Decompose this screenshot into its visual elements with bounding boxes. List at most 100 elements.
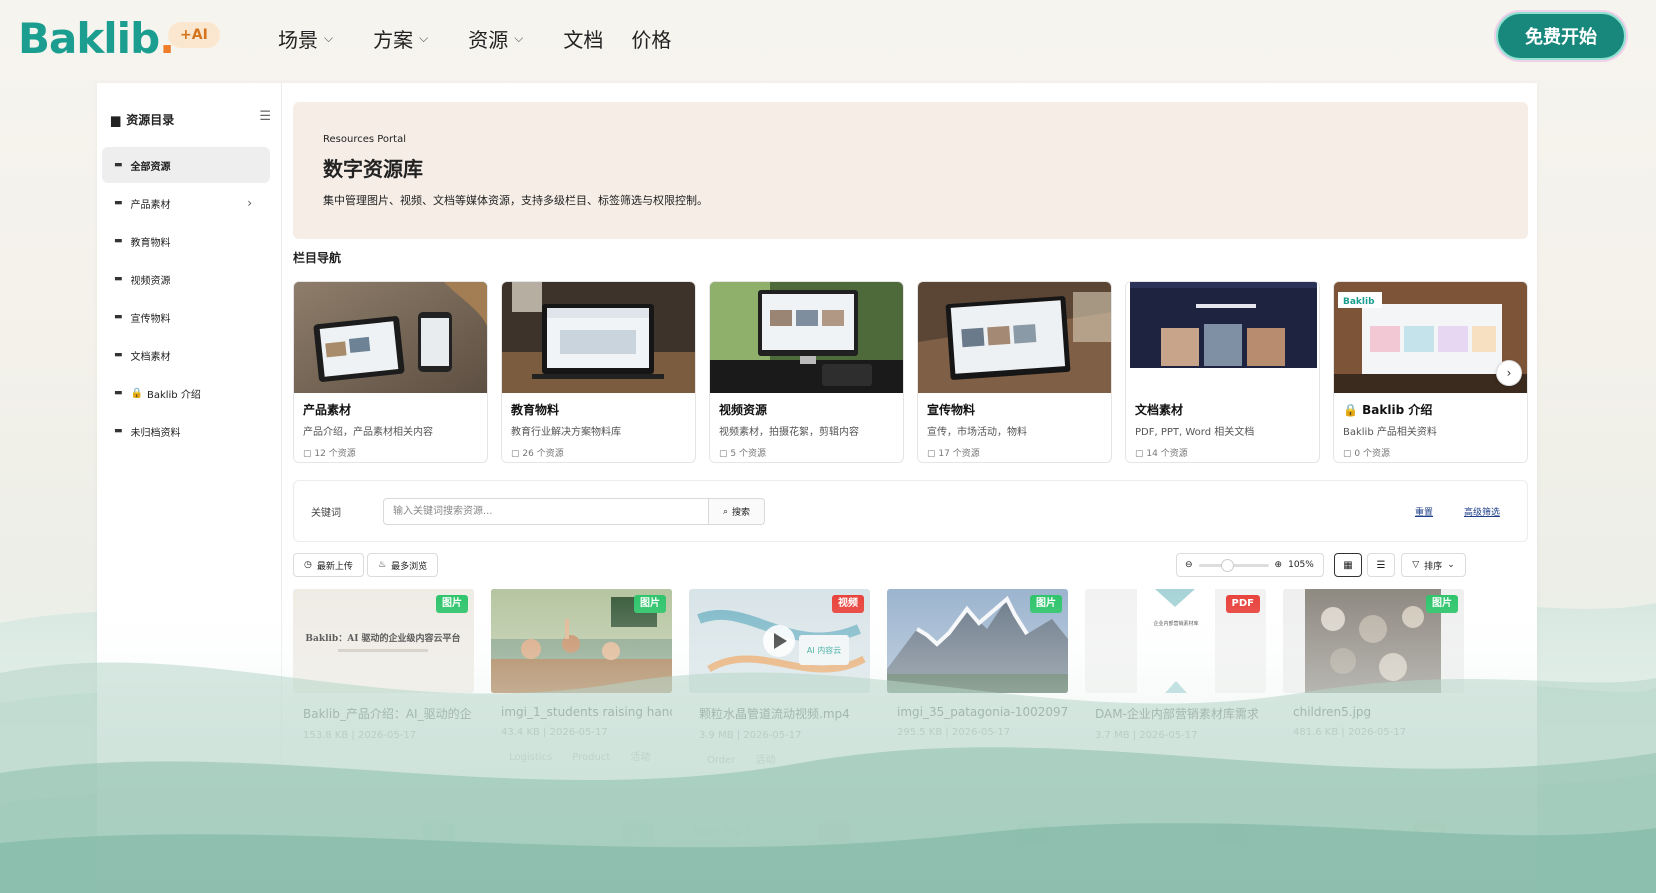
nav-solutions[interactable]: 方案 ⌵ xyxy=(373,22,428,54)
folder-icon: ▬ xyxy=(114,312,123,322)
resource-meta: 153.8 KB | 2026-05-17 xyxy=(303,730,417,741)
sidebar-item-baklib-intro[interactable]: ▬ 🔒 Baklib 介绍 xyxy=(102,375,270,411)
main-nav: 场景 ⌵ 方案 ⌵ 资源 ⌵ 文档 价格 xyxy=(278,22,711,54)
sidebar-item-promotion[interactable]: ▬ 宣传物料 xyxy=(102,299,270,335)
advanced-filter-link[interactable]: 高级筛选 xyxy=(1464,505,1500,518)
folder-icon: ▬ xyxy=(114,350,123,360)
resource-meta: 3.7 MB | 2026-05-17 xyxy=(1095,730,1198,741)
sidebar-item-all-resources[interactable]: ▬ 全部资源 xyxy=(102,147,270,183)
resource-tags: Logistics Product 活动 xyxy=(491,748,672,763)
category-thumbnail xyxy=(1126,282,1319,393)
grid-view-button[interactable]: ▦ xyxy=(1334,553,1362,577)
sidebar-item-unarchived[interactable]: ▬ 未归档资料 xyxy=(102,413,270,449)
zoom-in-icon[interactable]: ⊕ xyxy=(1275,560,1283,570)
resource-name: Baklib_产品介绍：AI_驱动的企 xyxy=(303,707,472,721)
resource-name: imgi_1_students raising hand xyxy=(501,705,672,719)
folder-icon: ▬ xyxy=(114,198,123,208)
tag[interactable]: 活动 xyxy=(755,755,775,766)
sort-most-viewed-button[interactable]: ♨ 最多浏览 xyxy=(367,553,439,577)
chevron-right-icon[interactable]: › xyxy=(247,196,252,210)
resource-name: imgi_35_patagonia-1002097 xyxy=(897,705,1068,719)
category-count: ▢ 5 个资源 xyxy=(719,449,766,459)
sidebar-item-product-materials[interactable]: ▬ 产品素材 › xyxy=(102,185,270,221)
resource-meta: 43.4 KB | 2026-05-17 xyxy=(501,727,608,738)
type-badge: 图片 xyxy=(1017,823,1049,842)
sidebar-item-education[interactable]: ▬ 教育物料 xyxy=(102,223,270,259)
category-count: ▢ 14 个资源 xyxy=(1135,449,1188,459)
resource-name: 颗粒水晶管道流动视频.mp4 xyxy=(699,707,850,721)
chevron-down-icon: ⌄ xyxy=(1447,560,1455,570)
sidebar-list: ▬ 全部资源 ▬ 产品素材 › ▬ 教育物料 ▬ 视频资源 ▬ 宣传物料 ▬ 文档素材 ▬ 🔒 B… xyxy=(102,147,270,451)
resource-grid-next-row: 图片 图片 bgm.mp3 视频 图片 图片 音频 xyxy=(293,823,1528,863)
zoom-slider[interactable] xyxy=(1198,558,1269,572)
category-card-product[interactable]: 产品素材 产品介绍，产品素材相关内容 ▢ 12 个资源 xyxy=(293,281,488,463)
grid-icon: ▦ xyxy=(1343,559,1353,571)
type-badge: PDF xyxy=(1225,595,1260,613)
category-card-education[interactable]: 教育物料 教育行业解决方案物料库 ▢ 26 个资源 xyxy=(501,281,696,463)
category-thumbnail xyxy=(710,282,903,393)
folder-icon: ▬ xyxy=(114,274,123,284)
chevron-down-icon: ⌵ xyxy=(324,30,334,45)
zoom-slider-handle[interactable] xyxy=(1220,558,1234,572)
zoom-value: 105% xyxy=(1288,560,1314,570)
list-view-button[interactable]: ☰ xyxy=(1367,553,1395,577)
collapse-sidebar-icon[interactable]: ☰ xyxy=(259,109,271,124)
resource-card[interactable]: 图片 imgi_1_students raising hand 43.4 KB … xyxy=(491,589,672,789)
resource-thumbnail: 图片 xyxy=(1283,589,1464,693)
nav-pricing[interactable]: 价格 xyxy=(631,22,671,54)
main-content: Resources Portal 数字资源库 集中管理图片、视频、文档等媒体资源… xyxy=(293,83,1528,893)
chevron-right-icon: › xyxy=(1506,366,1512,380)
category-card-documents[interactable]: 文档素材 PDF, PPT, Word 相关文档 ▢ 14 个资源 xyxy=(1125,281,1320,463)
type-badge: 视频 xyxy=(819,823,851,842)
category-description: 宣传，市场活动，物料 xyxy=(927,427,1027,438)
tag[interactable]: Product xyxy=(572,752,610,763)
resource-card[interactable]: Baklib：AI 驱动的企业级内容云平台 图片 Baklib_产品介绍：AI_… xyxy=(293,589,474,789)
baklib-logo[interactable]: Baklib. xyxy=(18,14,175,63)
sort-dropdown[interactable]: ▽ 排序 ⌄ xyxy=(1401,553,1466,577)
search-icon: ⌕ xyxy=(722,506,729,517)
file-icon: ▢ xyxy=(927,449,936,459)
carousel-next-button[interactable]: › xyxy=(1496,360,1522,386)
reset-link[interactable]: 重置 xyxy=(1415,505,1433,518)
resource-card[interactable]: 图片 imgi_35_patagonia-1002097 295.5 KB | … xyxy=(887,589,1068,789)
resource-card[interactable]: 图片 children5.jpg 481.6 KB | 2026-05-17 xyxy=(1283,589,1464,789)
sidebar-title: 资源目录 xyxy=(126,113,175,127)
search-button[interactable]: ⌕ 搜索 xyxy=(708,498,765,525)
zoom-control: ⊖ ⊕ 105% xyxy=(1176,553,1324,577)
tag[interactable]: Order xyxy=(707,755,735,766)
sidebar-item-documents[interactable]: ▬ 文档素材 xyxy=(102,337,270,373)
folder-stack-icon: ▆ xyxy=(111,112,121,127)
zoom-out-icon[interactable]: ⊖ xyxy=(1185,560,1193,570)
clock-icon: ◷ xyxy=(304,560,312,570)
free-start-button[interactable]: 免费开始 xyxy=(1496,12,1626,60)
file-icon: ▢ xyxy=(719,449,728,459)
nav-docs[interactable]: 文档 xyxy=(563,22,603,54)
tag[interactable]: Logistics xyxy=(509,752,552,763)
category-thumbnail xyxy=(918,282,1111,393)
nav-scenes[interactable]: 场景 ⌵ xyxy=(278,22,333,54)
svg-text:Baklib: Baklib xyxy=(1343,297,1375,307)
nav-resources[interactable]: 资源 ⌵ xyxy=(468,22,523,54)
category-card-promotion[interactable]: 宣传物料 宣传，市场活动，物料 ▢ 17 个资源 xyxy=(917,281,1112,463)
file-icon: ▢ xyxy=(1343,449,1352,459)
category-carousel: 产品素材 产品介绍，产品素材相关内容 ▢ 12 个资源 教育物料 教育行业解决方… xyxy=(293,281,1528,463)
category-card-video[interactable]: 视频资源 视频素材，拍摄花絮，剪辑内容 ▢ 5 个资源 xyxy=(709,281,904,463)
lock-icon: 🔒 xyxy=(1343,403,1358,417)
tag[interactable]: 活动 xyxy=(630,752,650,763)
search-input[interactable]: 输入关键词搜索资源... xyxy=(383,498,708,525)
type-badge: 图片 xyxy=(423,823,455,842)
folder-icon: ▬ xyxy=(114,160,123,170)
sidebar-item-video[interactable]: ▬ 视频资源 xyxy=(102,261,270,297)
lock-icon: 🔒 xyxy=(130,387,143,399)
list-icon: ☰ xyxy=(1376,559,1386,571)
resource-card[interactable]: 企业内部营销素材库 PDF DAM-企业内部营销素材库需求 3.7 MB | 2… xyxy=(1085,589,1266,789)
type-badge: 图片 xyxy=(621,823,653,842)
resource-card[interactable]: AI 内容云 视频 ▶ 颗粒水晶管道流动视频.mp4 3.9 MB | 2026… xyxy=(689,589,870,789)
sort-latest-button[interactable]: ◷ 最新上传 xyxy=(293,553,364,577)
resource-thumbnail: 图片 xyxy=(887,589,1068,693)
svg-text:企业内部营销素材库: 企业内部营销素材库 xyxy=(1153,620,1198,627)
category-card-baklib-intro[interactable]: Baklib 🔒 Baklib 介绍 Baklib 产品相关资料 ▢ 0 个资源… xyxy=(1333,281,1528,463)
type-badge: 图片 xyxy=(436,595,468,613)
svg-text:AI 内容云: AI 内容云 xyxy=(807,645,841,655)
file-icon: ▢ xyxy=(1135,449,1144,459)
